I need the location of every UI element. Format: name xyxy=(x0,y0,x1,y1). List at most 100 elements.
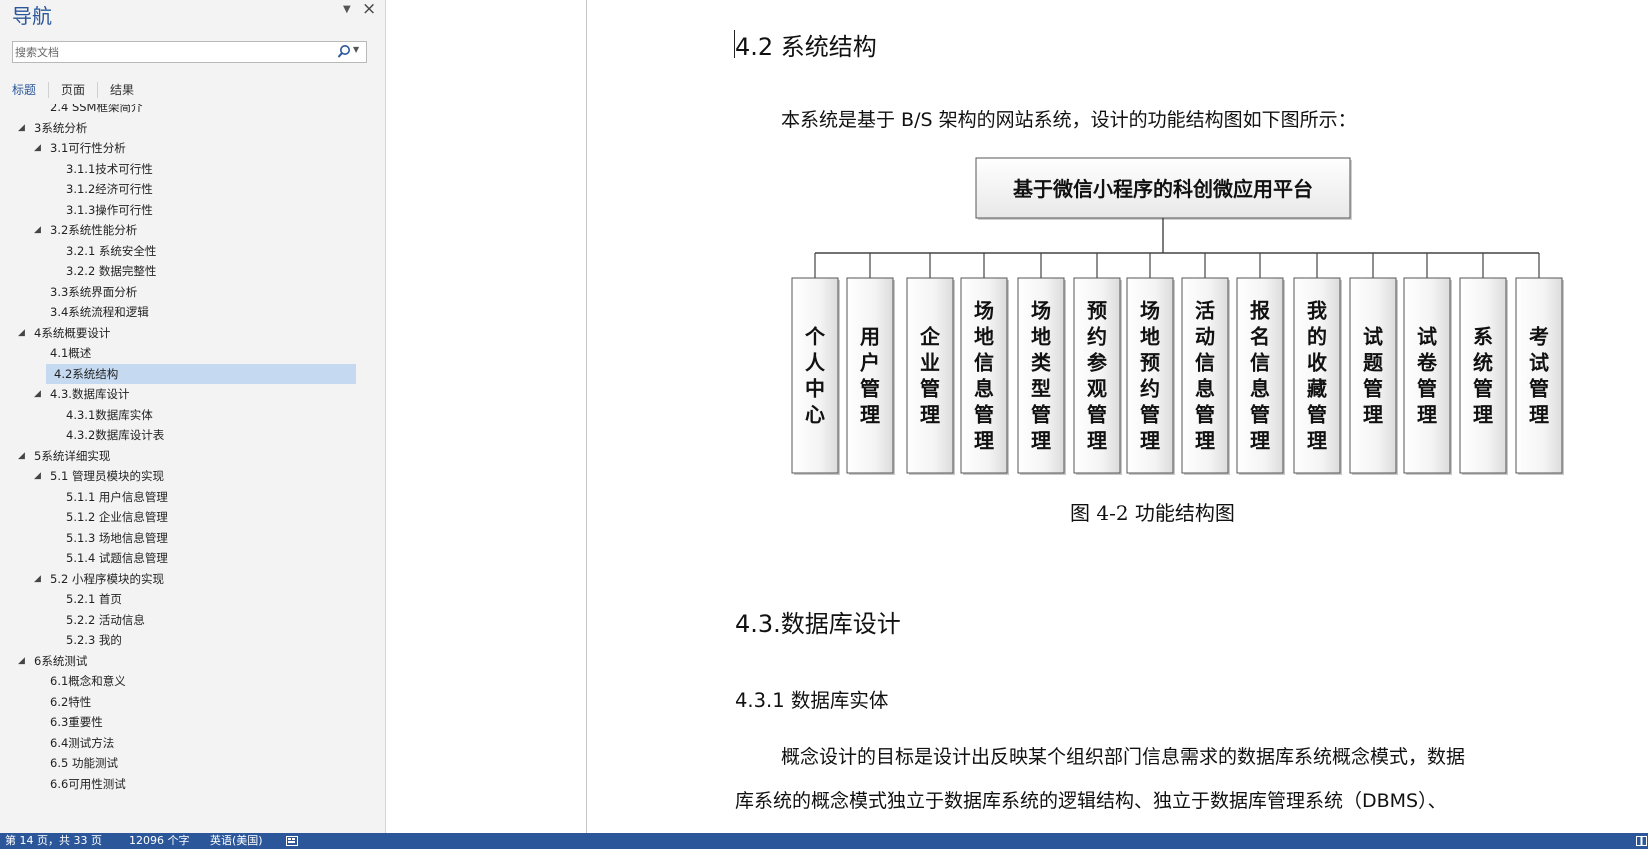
collapse-triangle-icon[interactable]: ◢ xyxy=(18,118,25,138)
nav-heading-item[interactable]: 6.2特性 xyxy=(0,692,360,712)
nav-heading-label: 5.2.3 我的 xyxy=(66,633,122,647)
diagram-module-box xyxy=(846,277,894,474)
nav-heading-item[interactable]: 3.3系统界面分析 xyxy=(0,282,360,302)
diagram-module-label-char: 型 xyxy=(1031,377,1051,401)
diagram-module-label-char: 信 xyxy=(1250,351,1270,375)
nav-heading-label: 4.3.2数据库设计表 xyxy=(66,428,165,442)
status-bar: 第 14 页，共 33 页 12096 个字 英语(美国) xyxy=(0,833,1648,849)
page-count[interactable]: 第 14 页，共 33 页 xyxy=(5,833,102,849)
nav-heading-label: 5系统详细实现 xyxy=(34,448,111,463)
nav-heading-item[interactable]: ◢ 5.2 小程序模块的实现 xyxy=(0,569,360,589)
nav-heading-item[interactable]: 2.4 SSM框架简介 xyxy=(0,104,360,117)
nav-heading-label: 3.2.1 系统安全性 xyxy=(66,243,157,258)
nav-heading-item[interactable]: ◢ 5.1 管理员模块的实现 xyxy=(0,466,360,486)
diagram-module-label-char: 约 xyxy=(1140,377,1160,401)
diagram-module-label-char: 收 xyxy=(1307,351,1327,375)
nav-heading-item[interactable]: 5.2.1 首页 xyxy=(0,589,360,609)
nav-heading-label: 3.2系统性能分析 xyxy=(50,223,138,237)
document-page[interactable]: 4.2 系统结构 本系统是基于 B/S 架构的网站系统，设计的功能结构图如下图所… xyxy=(587,0,1648,833)
tab-divider xyxy=(97,82,98,98)
diagram-module-label-char: 名 xyxy=(1250,325,1270,349)
nav-heading-label: 6.1概念和意义 xyxy=(50,674,126,688)
nav-heading-item[interactable]: 6.6可用性测试 xyxy=(0,774,360,794)
nav-heading-item[interactable]: ◢ 4.3.数据库设计 xyxy=(0,384,360,404)
collapse-triangle-icon[interactable]: ◢ xyxy=(34,220,41,240)
nav-heading-item[interactable]: ◢ 3.1可行性分析 xyxy=(0,138,360,158)
nav-heading-item[interactable]: 6.3重要性 xyxy=(0,712,360,732)
function-structure-diagram: 基于微信小程序的科创微应用平台个人中心用户管理企业管理场地信息管理场地类型管理预… xyxy=(791,157,1564,475)
word-count[interactable]: 12096 个字 xyxy=(129,833,190,849)
diagram-module-label-char: 活 xyxy=(1195,299,1215,323)
tab-results[interactable]: 结果 xyxy=(110,81,134,98)
collapse-triangle-icon[interactable]: ◢ xyxy=(18,323,25,343)
nav-heading-label: 4.3.1数据库实体 xyxy=(66,407,153,422)
read-mode-icon[interactable] xyxy=(1636,836,1647,846)
diagram-module-label-char: 管 xyxy=(974,403,994,427)
diagram-module-label-char: 理 xyxy=(1307,429,1327,453)
collapse-triangle-icon[interactable]: ◢ xyxy=(34,569,41,589)
diagram-module-label-char: 预 xyxy=(1140,351,1160,375)
language-indicator[interactable]: 英语(美国) xyxy=(210,833,263,849)
diagram-module-label-char: 管 xyxy=(1307,403,1327,427)
tab-headings[interactable]: 标题 xyxy=(12,81,36,98)
nav-heading-item[interactable]: 4.1概述 xyxy=(0,343,360,363)
diagram-module-label-char: 参 xyxy=(1087,351,1107,375)
nav-heading-item[interactable]: 5.2.2 活动信息 xyxy=(0,610,360,630)
nav-heading-item[interactable]: 5.1.3 场地信息管理 xyxy=(0,528,360,548)
nav-heading-label: 6.3重要性 xyxy=(50,715,103,729)
nav-heading-label: 3.1.3操作可行性 xyxy=(66,202,153,217)
nav-heading-item[interactable]: 4.2系统结构 xyxy=(46,363,356,384)
nav-heading-item[interactable]: ◢ 3.2系统性能分析 xyxy=(0,220,360,240)
diagram-module-label-char: 统 xyxy=(1473,351,1493,375)
nav-heading-item[interactable]: ◢ 3系统分析 xyxy=(0,118,360,138)
nav-heading-item[interactable]: 3.1.3操作可行性 xyxy=(0,200,360,220)
chevron-down-icon[interactable]: ▼ xyxy=(353,45,359,54)
nav-heading-item[interactable]: 6.1概念和意义 xyxy=(0,671,360,691)
navigation-pane: 导航 ▼ × ▼ 标题 页面 结果 2.4 SSM框架简介 ◢ 3系统分析 ◢ 3.1可… xyxy=(0,0,386,833)
nav-heading-label: 5.1.3 场地信息管理 xyxy=(66,530,168,545)
search-input[interactable] xyxy=(15,43,315,61)
nav-heading-item[interactable]: ◢ 4系统概要设计 xyxy=(0,323,360,343)
nav-heading-item[interactable]: 4.3.1数据库实体 xyxy=(0,405,360,425)
search-icon[interactable] xyxy=(336,43,352,61)
diagram-module-label-char: 理 xyxy=(1363,403,1383,427)
nav-heading-item[interactable]: 3.1.1技术可行性 xyxy=(0,159,360,179)
diagram-module-label-char: 考 xyxy=(1529,325,1549,349)
diagram-module-label-char: 人 xyxy=(805,351,826,375)
nav-heading-item[interactable]: ◢ 6系统测试 xyxy=(0,651,360,671)
nav-heading-item[interactable]: 5.1.1 用户信息管理 xyxy=(0,487,360,507)
diagram-module-label-char: 报 xyxy=(1250,299,1270,323)
nav-heading-label: 5.1.2 企业信息管理 xyxy=(66,510,168,524)
tab-pages[interactable]: 页面 xyxy=(61,81,85,98)
diagram-module-label-char: 地 xyxy=(1031,325,1051,349)
close-icon[interactable]: × xyxy=(362,0,376,19)
nav-heading-item[interactable]: 5.1.4 试题信息管理 xyxy=(0,548,360,568)
nav-heading-label: 6.2特性 xyxy=(50,694,92,709)
nav-heading-item[interactable]: 3.2.2 数据完整性 xyxy=(0,261,360,281)
collapse-triangle-icon[interactable]: ◢ xyxy=(18,446,25,466)
diagram-module-label-char: 理 xyxy=(860,403,880,427)
nav-heading-item[interactable]: 6.4测试方法 xyxy=(0,733,360,753)
nav-heading-item[interactable]: 4.3.2数据库设计表 xyxy=(0,425,360,445)
macro-record-icon[interactable] xyxy=(286,836,298,846)
collapse-triangle-icon[interactable]: ◢ xyxy=(34,384,41,404)
nav-options-dropdown-icon[interactable]: ▼ xyxy=(343,4,351,15)
nav-heading-item[interactable]: 5.2.3 我的 xyxy=(0,630,360,650)
diagram-module-label-char: 管 xyxy=(1195,403,1215,427)
collapse-triangle-icon[interactable]: ◢ xyxy=(34,138,41,158)
collapse-triangle-icon[interactable]: ◢ xyxy=(18,651,25,671)
diagram-module-label-char: 试 xyxy=(1417,325,1437,349)
nav-heading-label: 5.1.4 试题信息管理 xyxy=(66,551,168,565)
nav-heading-item[interactable]: 5.1.2 企业信息管理 xyxy=(0,507,360,527)
collapse-triangle-icon[interactable]: ◢ xyxy=(34,466,41,486)
nav-heading-item[interactable]: 3.4系统流程和逻辑 xyxy=(0,302,360,322)
diagram-module-label-char: 理 xyxy=(974,429,994,453)
diagram-module-label-char: 场 xyxy=(974,299,994,323)
nav-heading-item[interactable]: ◢ 5系统详细实现 xyxy=(0,446,360,466)
diagram-module-label-char: 理 xyxy=(1250,429,1270,453)
diagram-module-label-char: 理 xyxy=(920,403,940,427)
nav-heading-item[interactable]: 3.1.2经济可行性 xyxy=(0,179,360,199)
nav-heading-item[interactable]: 6.5 功能测试 xyxy=(0,753,360,773)
nav-heading-item[interactable]: 3.2.1 系统安全性 xyxy=(0,241,360,261)
nav-heading-label: 3.1可行性分析 xyxy=(50,141,126,155)
